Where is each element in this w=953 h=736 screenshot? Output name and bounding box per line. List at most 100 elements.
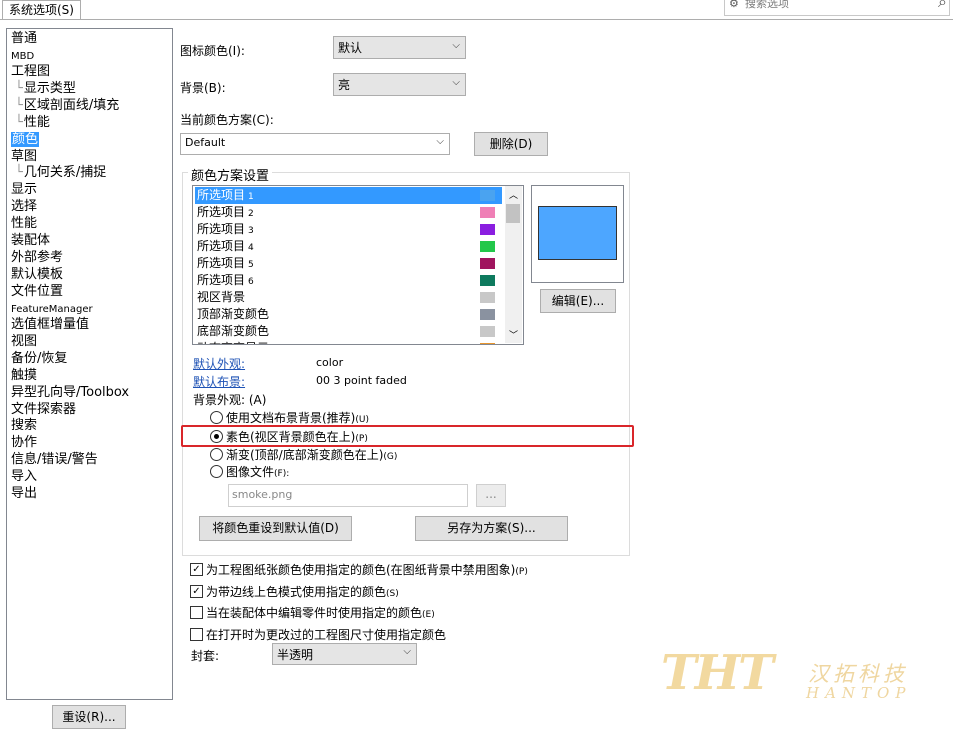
sidebar-item[interactable]: 性能 (11, 216, 37, 232)
sidebar-item[interactable]: 显示 (11, 182, 37, 198)
scroll-down-icon[interactable]: ﹀ (509, 328, 518, 341)
search-input[interactable]: 搜索选项 (745, 0, 789, 13)
color-list-item[interactable]: 底部渐变颜色 (195, 323, 502, 340)
sidebar-item-label: 协作 (11, 435, 38, 450)
tree-connector: └ (15, 115, 23, 130)
radio-button[interactable] (210, 465, 223, 478)
checkbox-checked[interactable]: ✓ (190, 563, 203, 576)
sidebar-item[interactable]: 导出 (11, 486, 37, 502)
magnifier-icon[interactable]: ⌕ (938, 0, 947, 11)
sidebar-item-label: FeatureManager (11, 304, 93, 315)
sidebar-item[interactable]: └显示类型 (15, 81, 76, 97)
search-box[interactable]: ⚙ 搜索选项 ⌕ (724, 0, 950, 16)
sidebar-item[interactable]: 选值框增量值 (11, 317, 89, 333)
sidebar-item[interactable]: 普通 (11, 31, 37, 47)
sidebar-item[interactable]: └性能 (15, 115, 50, 131)
color-item-label: 所选项目 (197, 222, 246, 236)
sidebar-item[interactable]: 文件探索器 (11, 402, 76, 418)
sidebar-item[interactable]: 异型孔向导/Toolbox (11, 385, 129, 401)
color-list-item[interactable]: 顶部渐变颜色 (195, 306, 502, 323)
sidebar-item-label: 异型孔向导/Toolbox (11, 385, 130, 400)
icon-color-select[interactable]: 默认 ⌵ (333, 36, 466, 59)
checkbox-mnemonic: (E) (422, 610, 435, 620)
color-list-item[interactable]: 视区背景 (195, 289, 502, 306)
reset-colors-button[interactable]: 将颜色重设到默认值(D) (199, 516, 352, 541)
scheme-select[interactable]: Default ⌵ (180, 133, 450, 155)
color-item-list[interactable]: ︿ ﹀ 所选项目 1 所选项目 2 所选项目 3 所选项目 4 所选项目 5 所选项目 6 视区背景 顶部… (192, 185, 524, 345)
sidebar-item-label: 装配体 (11, 233, 51, 248)
list-scrollbar[interactable]: ︿ ﹀ (505, 186, 522, 343)
color-list-item[interactable]: 所选项目 3 (195, 221, 502, 238)
color-list-item[interactable]: 所选项目 6 (195, 272, 502, 289)
sidebar-item[interactable]: MBD (11, 48, 34, 65)
default-appearance-link[interactable]: 默认外观: (193, 355, 245, 372)
color-list-item[interactable]: 所选项目 2 (195, 204, 502, 221)
default-scene-link[interactable]: 默认布景: (193, 373, 245, 390)
checkbox-label-text: 为工程图纸张颜色使用指定的颜色(在图纸背景中禁用图象) (206, 563, 516, 577)
sidebar-item-label: 搜索 (11, 418, 38, 433)
edit-button[interactable]: 编辑(E)... (540, 289, 616, 313)
color-item-number: 4 (248, 243, 254, 253)
tree-connector: └ (15, 81, 23, 96)
browse-button[interactable]: ... (476, 484, 506, 507)
sidebar-item[interactable]: 协作 (11, 435, 37, 451)
sidebar-item[interactable]: 装配体 (11, 233, 50, 249)
radio-button[interactable] (210, 448, 223, 461)
sidebar-item[interactable]: 颜色 (11, 132, 40, 148)
sidebar-item[interactable]: └区域剖面线/填充 (15, 98, 119, 114)
checkbox-unchecked[interactable] (190, 606, 203, 619)
save-scheme-button[interactable]: 另存为方案(S)... (415, 516, 568, 541)
sidebar-item[interactable]: 触摸 (11, 368, 37, 384)
envelope-value: 半透明 (277, 648, 314, 662)
checkbox-unchecked[interactable] (190, 628, 203, 641)
sidebar-item-label: 触摸 (11, 368, 38, 383)
color-swatch (480, 309, 495, 320)
background-select[interactable]: 亮 ⌵ (333, 73, 466, 96)
radio-mnemonic: (F): (274, 469, 290, 479)
sidebar-item[interactable]: 搜索 (11, 418, 37, 434)
checkbox-label: 为带边线上色模式使用指定的颜色(S) (206, 583, 399, 600)
sidebar-item[interactable]: 外部参考 (11, 250, 63, 266)
sidebar-item[interactable]: 选择 (11, 199, 37, 215)
options-tree[interactable]: 普通 MBD 工程图 └显示类型 └区域剖面线/填充 └性能 颜色 草图 └几何关系/捕捉 显示选… (6, 28, 173, 700)
scroll-thumb[interactable] (506, 204, 520, 223)
envelope-select[interactable]: 半透明 ⌵ (272, 643, 417, 665)
color-item-label: 所选项目 (197, 273, 246, 287)
reset-button[interactable]: 重设(R)... (52, 705, 126, 729)
tab-system-options[interactable]: 系统选项(S) (2, 0, 81, 19)
sidebar-item-label: 显示 (11, 182, 38, 197)
sidebar-item[interactable]: 工程图 (11, 64, 50, 80)
scheme-label: 当前颜色方案(C): (180, 113, 274, 127)
sidebar-item-label: 视图 (11, 334, 38, 349)
checkbox-mnemonic: (S) (386, 589, 399, 599)
highlight-box (181, 425, 634, 447)
sidebar-item[interactable]: 草图 (11, 149, 37, 165)
color-list-item[interactable]: 所选项目 5 (195, 255, 502, 272)
sidebar-item[interactable]: 视图 (11, 334, 37, 350)
radio-button[interactable] (210, 411, 223, 424)
sidebar-item[interactable]: └几何关系/捕捉 (15, 165, 106, 181)
sidebar-item[interactable]: 信息/错误/警告 (11, 452, 98, 468)
sidebar-item-label: 外部参考 (11, 250, 64, 265)
delete-button[interactable]: 删除(D) (474, 132, 548, 156)
sidebar-item[interactable]: 默认模板 (11, 267, 63, 283)
color-list-item[interactable]: 所选项目 4 (195, 238, 502, 255)
checkbox-checked[interactable]: ✓ (190, 585, 203, 598)
radio-label: 图像文件(F): (226, 463, 289, 480)
tree-connector: └ (15, 98, 23, 113)
radio-label: 渐变(顶部/底部渐变颜色在上)(G) (226, 446, 397, 463)
scroll-up-icon[interactable]: ︿ (509, 188, 518, 201)
color-list-item[interactable]: 动态高亮显示 (195, 340, 502, 344)
sidebar-item[interactable]: FeatureManager (11, 301, 93, 318)
sidebar-item-label: 显示类型 (23, 81, 76, 96)
color-list-item[interactable]: 所选项目 1 (195, 187, 502, 204)
color-swatch (480, 224, 495, 235)
sidebar-item[interactable]: 文件位置 (11, 284, 63, 300)
sidebar-item[interactable]: 导入 (11, 469, 37, 485)
checkbox-label-text: 为带边线上色模式使用指定的颜色 (206, 585, 387, 599)
image-file-input[interactable]: smoke.png (228, 484, 468, 507)
sidebar-item[interactable]: 备份/恢复 (11, 351, 67, 367)
radio-label-text: 图像文件 (226, 465, 275, 479)
color-scheme-title: 颜色方案设置 (188, 165, 273, 184)
checkbox-label: 为工程图纸张颜色使用指定的颜色(在图纸背景中禁用图象)(P) (206, 561, 528, 578)
